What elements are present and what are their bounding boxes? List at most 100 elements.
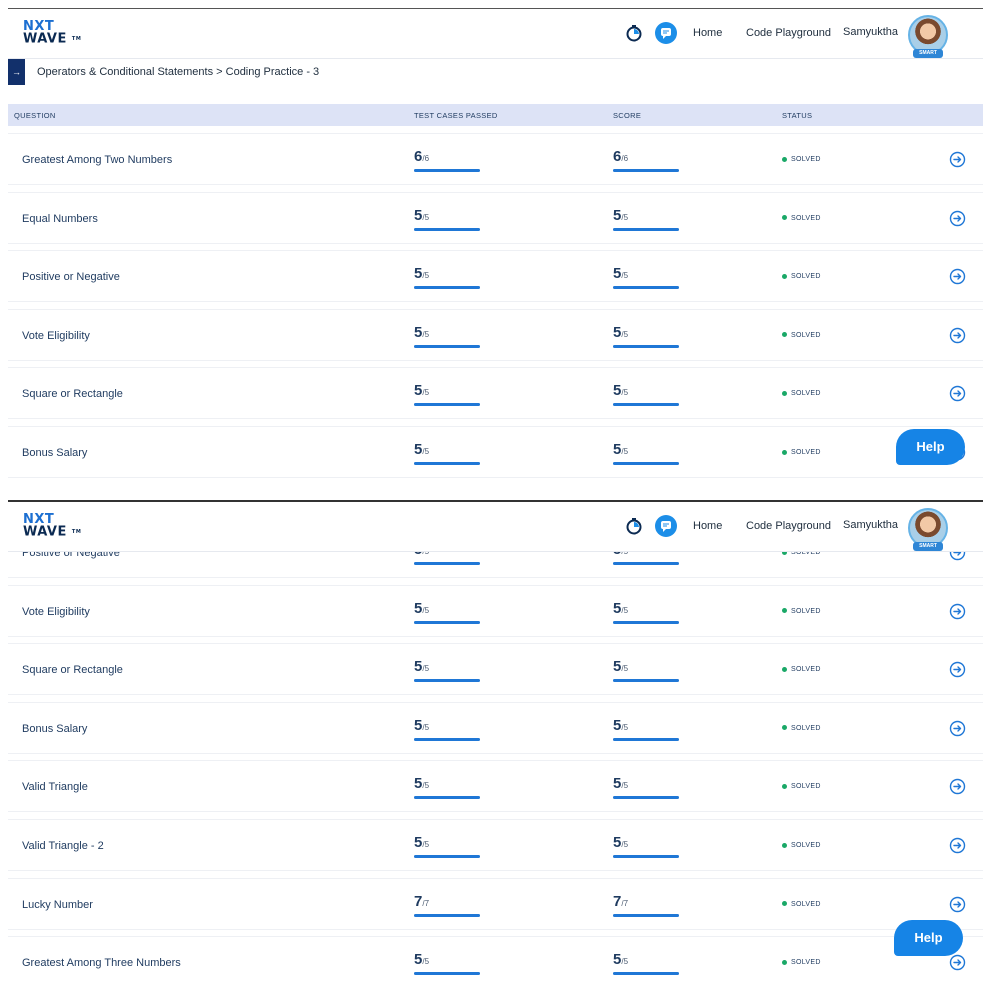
score-value: 7/7 — [613, 893, 679, 917]
question-name[interactable]: Lucky Number — [22, 899, 93, 911]
test-cases-passed: 5/5 — [414, 207, 480, 231]
question-name[interactable]: Vote Eligibility — [22, 330, 90, 342]
score-value-total: /5 — [621, 447, 629, 456]
status-badge: SOLVED — [782, 901, 821, 908]
user-name[interactable]: Samyuktha — [843, 519, 898, 531]
question-name[interactable]: Valid Triangle - 2 — [22, 840, 104, 852]
arrow-right-circle-icon[interactable] — [949, 210, 966, 227]
solved-dot-icon — [782, 842, 787, 848]
status-text: SOLVED — [791, 900, 821, 908]
table-row[interactable]: Vote Eligibility 5/5 5/5 SOLVED — [8, 308, 983, 361]
score-value: 5/5 — [613, 717, 679, 741]
question-name[interactable]: Bonus Salary — [22, 723, 87, 735]
progress-fill — [414, 169, 480, 172]
table-row[interactable]: Greatest Among Three Numbers 5/5 5/5 SOLVED — [8, 936, 983, 985]
table-row[interactable]: Valid Triangle 5/5 5/5 SOLVED — [8, 760, 983, 813]
screenshot-panel-bottom: Positive or Negative5/55/5SOLVEDVote Eli… — [8, 500, 983, 985]
test-cases-passed-total: /5 — [422, 664, 430, 674]
test-cases-passed-total: /5 — [422, 781, 430, 791]
score-value: 5/5 — [613, 265, 679, 290]
arrow-right-circle-icon[interactable] — [949, 151, 966, 168]
timer-icon[interactable] — [625, 24, 643, 42]
status-text: SOLVED — [791, 666, 821, 674]
arrow-right-circle-icon[interactable] — [949, 778, 966, 795]
header-score: SCORE — [613, 111, 642, 120]
solved-dot-icon — [782, 901, 787, 907]
progress-fill — [613, 855, 679, 858]
nxtwave-logo[interactable]: NXT WAVE TM — [23, 20, 81, 46]
question-name[interactable]: Vote Eligibility — [22, 606, 90, 618]
progress-fill — [613, 737, 679, 741]
table-row[interactable]: Equal Numbers 5/5 5/5 SOLVED — [8, 191, 983, 244]
question-name[interactable]: Greatest Among Two Numbers — [22, 154, 172, 166]
arrow-right-circle-icon[interactable] — [949, 268, 966, 285]
table-row[interactable]: Greatest Among Two Numbers 6/6 6/6 SOLVED — [8, 133, 983, 185]
solved-dot-icon — [782, 666, 787, 672]
test-cases-passed-total: /6 — [422, 154, 430, 163]
question-name[interactable]: Square or Rectangle — [22, 388, 123, 400]
table-row[interactable]: Lucky Number 7/7 7/7 SOLVED — [8, 877, 983, 930]
breadcrumb-text[interactable]: Operators & Conditional Statements > Cod… — [37, 66, 319, 78]
question-name[interactable]: Square or Rectangle — [22, 664, 123, 676]
question-name[interactable]: Valid Triangle — [22, 781, 88, 793]
progress-fill — [613, 562, 679, 565]
progress-fill — [414, 462, 480, 465]
progress-fill — [613, 679, 679, 683]
score-value: 5/5 — [613, 951, 679, 976]
arrow-right-circle-icon[interactable] — [949, 954, 966, 971]
timer-icon[interactable] — [625, 517, 643, 535]
table-row[interactable]: Bonus Salary 5/5 5/5 SOLVED — [8, 426, 983, 478]
score-value: 5/5 — [613, 441, 679, 465]
nav-home-link[interactable]: Home — [693, 27, 722, 39]
arrow-right-circle-icon[interactable] — [949, 327, 966, 344]
solved-dot-icon — [782, 608, 787, 614]
test-cases-passed: 5/5 — [414, 951, 480, 976]
chat-icon[interactable] — [655, 22, 677, 44]
arrow-right-circle-icon[interactable] — [949, 603, 966, 620]
nxtwave-logo[interactable]: NXT WAVE TM — [23, 513, 81, 539]
sidebar-toggle-arrow-icon[interactable]: → — [8, 59, 25, 85]
test-cases-passed-total: /5 — [422, 722, 430, 732]
help-button[interactable]: Help — [894, 920, 963, 956]
arrow-right-circle-icon[interactable] — [949, 720, 966, 737]
status-text: SOLVED — [791, 273, 821, 281]
chat-icon[interactable] — [655, 515, 677, 537]
progress-fill — [613, 620, 679, 624]
nav-code-playground-link[interactable]: Code Playground — [746, 27, 831, 39]
status-text: SOLVED — [791, 959, 821, 967]
top-navbar: NXT WAVE TM Home Code Playground Samyukt… — [8, 502, 983, 552]
question-name[interactable]: Greatest Among Three Numbers — [22, 957, 181, 969]
test-cases-passed-total: /5 — [422, 212, 430, 222]
test-cases-passed-total: /5 — [422, 329, 430, 339]
table-row[interactable]: Valid Triangle - 2 5/5 5/5 SOLVED — [8, 819, 983, 871]
status-text: SOLVED — [791, 842, 821, 849]
table-row[interactable]: Square or Rectangle 5/5 5/5 SOLVED — [8, 367, 983, 420]
arrow-right-circle-icon[interactable] — [949, 837, 966, 854]
header-status: STATUS — [782, 111, 813, 120]
progress-fill — [613, 169, 679, 172]
table-row[interactable]: Vote Eligibility 5/5 5/5 SOLVED — [8, 584, 983, 637]
arrow-right-circle-icon[interactable] — [949, 661, 966, 678]
test-cases-passed: 5/5 — [414, 658, 480, 683]
test-cases-passed-total: /5 — [422, 840, 430, 849]
test-cases-passed-total: /5 — [422, 605, 430, 615]
screenshot-panel-top: NXT WAVE TM Home Code Playground Samyukt… — [8, 8, 983, 485]
user-name[interactable]: Samyuktha — [843, 26, 898, 38]
nav-code-playground-link[interactable]: Code Playground — [746, 520, 831, 532]
test-cases-passed-total: /5 — [422, 271, 430, 281]
table-row[interactable]: Positive or Negative 5/5 5/5 SOLVED — [8, 250, 983, 303]
test-cases-passed-total: /5 — [422, 447, 430, 456]
help-button[interactable]: Help — [896, 429, 965, 465]
question-name[interactable]: Equal Numbers — [22, 213, 98, 225]
test-cases-passed-total: /5 — [422, 957, 430, 967]
question-name[interactable]: Positive or Negative — [22, 271, 120, 283]
solved-dot-icon — [782, 784, 787, 790]
question-name[interactable]: Bonus Salary — [22, 447, 87, 459]
arrow-right-circle-icon[interactable] — [949, 385, 966, 402]
table-row[interactable]: Square or Rectangle 5/5 5/5 SOLVED — [8, 643, 983, 696]
top-navbar: NXT WAVE TM Home Code Playground Samyukt… — [8, 9, 983, 59]
status-badge: SOLVED — [782, 666, 821, 673]
table-row[interactable]: Bonus Salary 5/5 5/5 SOLVED — [8, 701, 983, 754]
arrow-right-circle-icon[interactable] — [949, 896, 966, 913]
nav-home-link[interactable]: Home — [693, 520, 722, 532]
